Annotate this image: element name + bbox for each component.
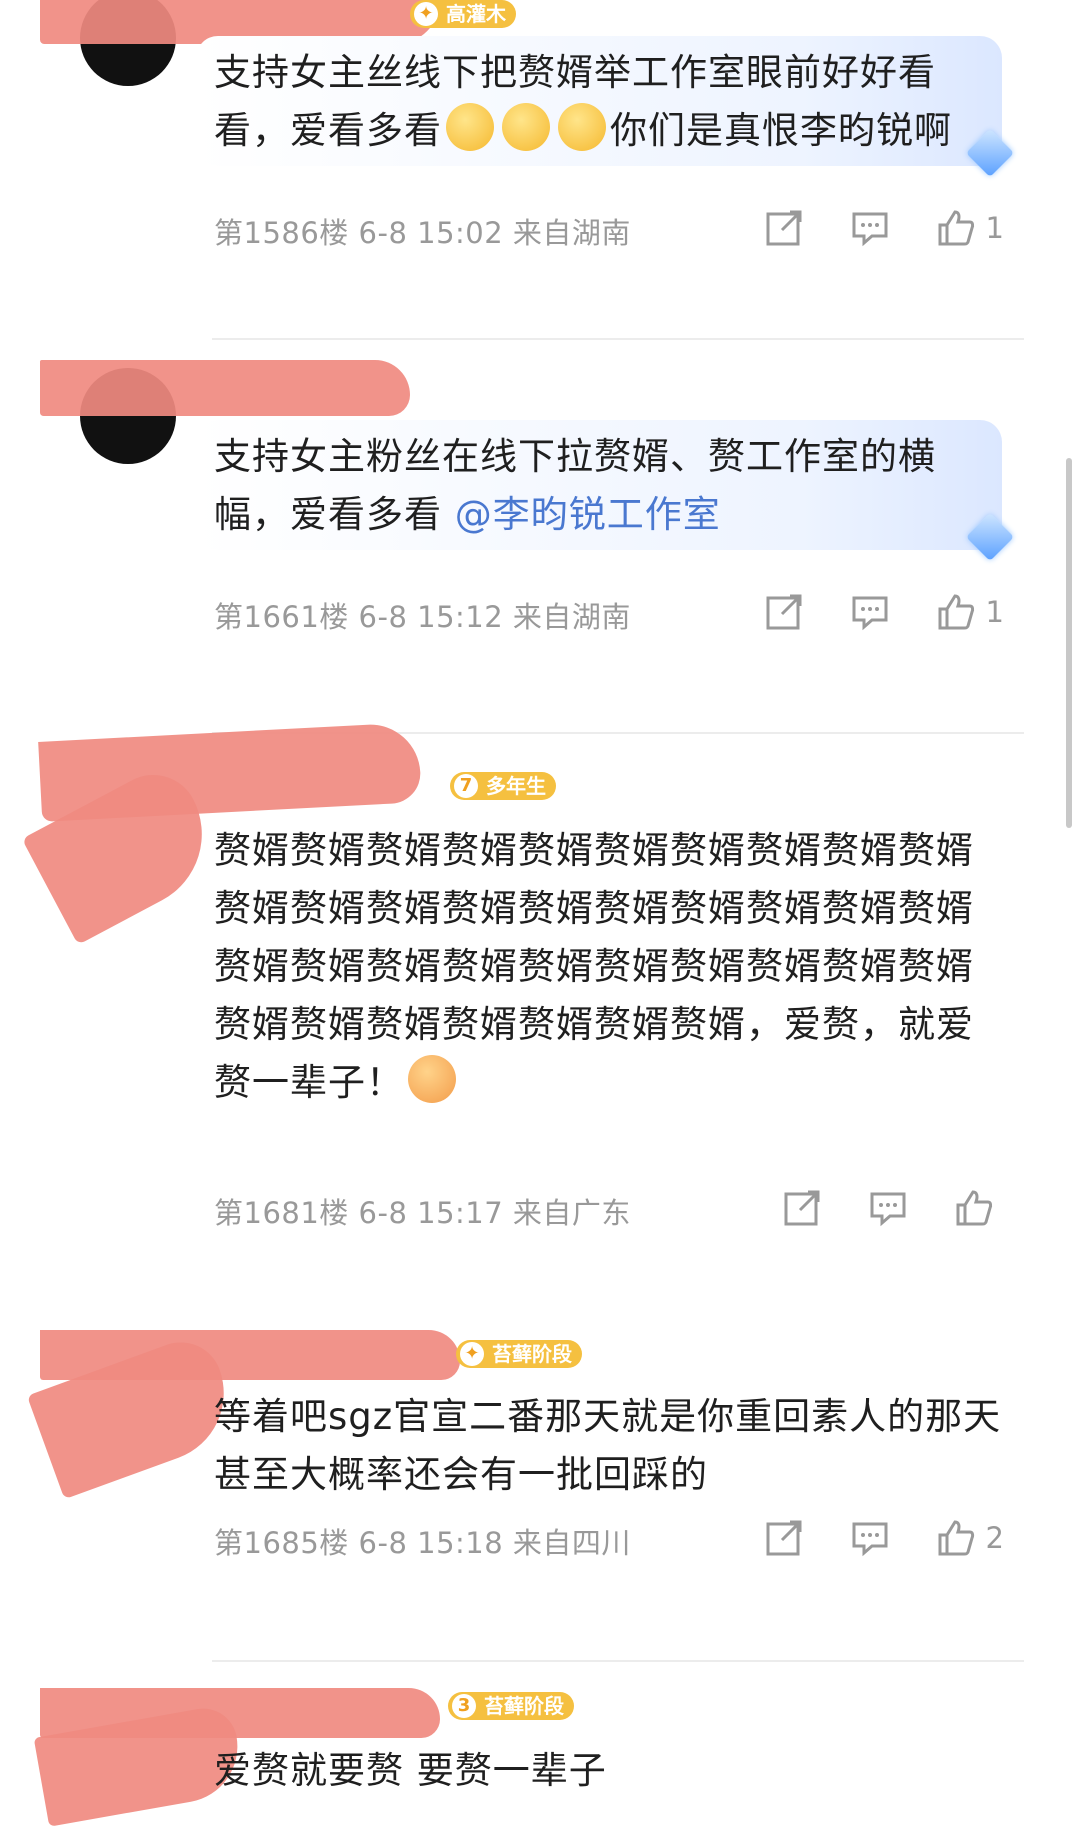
like-count: 1: [985, 595, 1004, 629]
comment-icon: [870, 1192, 906, 1227]
badge-label: 多年生: [486, 774, 546, 798]
like-button[interactable]: 2: [936, 1518, 1004, 1558]
reply-button[interactable]: [850, 592, 890, 632]
user-level-badge: ✦ 高灌木: [410, 0, 516, 28]
comment-icon: [852, 212, 888, 247]
user-level-badge: 3 苔藓阶段: [448, 1692, 574, 1720]
comment-actions: 2: [764, 1518, 1004, 1558]
like-button[interactable]: 1: [936, 208, 1004, 248]
floor-number: 第1661楼: [214, 600, 349, 634]
thinking-emoji-icon: [558, 103, 606, 151]
like-button[interactable]: [954, 1188, 1004, 1228]
floor-number: 第1681楼: [214, 1196, 349, 1230]
level-icon: ✦: [414, 2, 438, 26]
share-icon: [766, 594, 802, 630]
level-icon: 7: [454, 774, 478, 798]
redaction-scribble: [40, 360, 410, 416]
location: 来自湖南: [512, 600, 631, 634]
comment-meta: 第1681楼 6-8 15:17 来自广东: [214, 1190, 631, 1232]
level-icon: 3: [452, 1694, 476, 1718]
location: 来自四川: [512, 1526, 631, 1560]
timestamp: 6-8 15:02: [358, 216, 504, 250]
badge-label: 高灌木: [446, 2, 506, 26]
vomit-emoji-icon: [408, 1055, 456, 1103]
share-icon: [766, 1520, 802, 1556]
reply-button[interactable]: [850, 1518, 890, 1558]
comment-text-main: 等着吧sgz官宣二番那天就是你重回素人的那天 甚至大概率还会有一批回踩的: [214, 1395, 1002, 1496]
like-count: 1: [985, 211, 1004, 245]
level-icon: ✦: [460, 1342, 484, 1366]
comment-icon: [852, 1522, 888, 1557]
share-icon: [766, 210, 802, 246]
comment-meta: 第1586楼 6-8 15:02 来自湖南: [214, 210, 631, 252]
comment-icon: [852, 596, 888, 631]
comment-item: ✦ 苔藓阶段 等着吧sgz官宣二番那天就是你重回素人的那天 甚至大概率还会有一批…: [0, 1320, 1080, 1662]
comment-text: 支持女主粉丝在线下拉赘婿、赘工作室的横幅，爱看多看 @李昀锐工作室: [214, 428, 1004, 544]
comment-text-main: 赘婿赘婿赘婿赘婿赘婿赘婿赘婿赘婿赘婿赘婿赘婿赘婿赘婿赘婿赘婿赘婿赘婿赘婿赘婿赘婿…: [214, 829, 974, 1104]
comment-actions: 1: [764, 592, 1004, 632]
share-button[interactable]: [764, 1518, 804, 1558]
comment-meta: 第1685楼 6-8 15:18 来自四川: [214, 1520, 631, 1562]
user-level-badge: ✦ 苔藓阶段: [456, 1340, 582, 1368]
floor-number: 第1586楼: [214, 216, 349, 250]
share-button[interactable]: [782, 1188, 822, 1228]
floor-number: 第1685楼: [214, 1526, 349, 1560]
location: 来自湖南: [512, 216, 631, 250]
comment-item: 7 多年生 赘婿赘婿赘婿赘婿赘婿赘婿赘婿赘婿赘婿赘婿赘婿赘婿赘婿赘婿赘婿赘婿赘婿…: [0, 722, 1080, 1312]
timestamp: 6-8 15:17: [358, 1196, 504, 1230]
comment-text: 等着吧sgz官宣二番那天就是你重回素人的那天 甚至大概率还会有一批回踩的: [214, 1388, 1004, 1504]
comment-item: 3 苔藓阶段 爱赘就要赘 要赘一辈子: [0, 1680, 1080, 1827]
reply-button[interactable]: [868, 1188, 908, 1228]
share-button[interactable]: [764, 592, 804, 632]
thumbs-up-icon: [938, 594, 974, 630]
location: 来自广东: [512, 1196, 631, 1230]
thumbs-up-icon: [956, 1190, 993, 1226]
share-button[interactable]: [764, 208, 804, 248]
comment-item: ✦ 高灌木 支持女主丝线下把赘婿举工作室眼前好好看看，爱看多看 你们是真恨李昀锐啊…: [0, 0, 1080, 340]
share-icon: [784, 1190, 820, 1226]
like-button[interactable]: 1: [936, 592, 1004, 632]
timestamp: 6-8 15:18: [358, 1526, 504, 1560]
badge-label: 苔藓阶段: [484, 1694, 564, 1718]
comment-meta: 第1661楼 6-8 15:12 来自湖南: [214, 594, 631, 636]
comment-text: 赘婿赘婿赘婿赘婿赘婿赘婿赘婿赘婿赘婿赘婿赘婿赘婿赘婿赘婿赘婿赘婿赘婿赘婿赘婿赘婿…: [214, 822, 1004, 1112]
thinking-emoji-icon: [446, 103, 494, 151]
comment-text-tail: 你们是真恨李昀锐啊: [610, 109, 952, 152]
comment-text-main: 爱赘就要赘 要赘一辈子: [214, 1749, 607, 1792]
like-count: 2: [985, 1521, 1004, 1555]
comment-text: 爱赘就要赘 要赘一辈子: [214, 1742, 1004, 1800]
thinking-emoji-icon: [502, 103, 550, 151]
badge-label: 苔藓阶段: [492, 1342, 572, 1366]
comment-item: 支持女主粉丝在线下拉赘婿、赘工作室的横幅，爱看多看 @李昀锐工作室 第1661楼…: [0, 340, 1080, 734]
scrollbar[interactable]: [1066, 458, 1072, 828]
comment-actions: [782, 1188, 1004, 1228]
comment-text: 支持女主丝线下把赘婿举工作室眼前好好看看，爱看多看 你们是真恨李昀锐啊: [214, 44, 1004, 160]
comment-actions: 1: [764, 208, 1004, 248]
reply-button[interactable]: [850, 208, 890, 248]
user-level-badge: 7 多年生: [450, 772, 556, 800]
thumbs-up-icon: [938, 1520, 974, 1556]
divider: [212, 1660, 1024, 1662]
timestamp: 6-8 15:12: [358, 600, 504, 634]
thumbs-up-icon: [938, 210, 974, 246]
mention-link[interactable]: @李昀锐工作室: [455, 493, 721, 536]
